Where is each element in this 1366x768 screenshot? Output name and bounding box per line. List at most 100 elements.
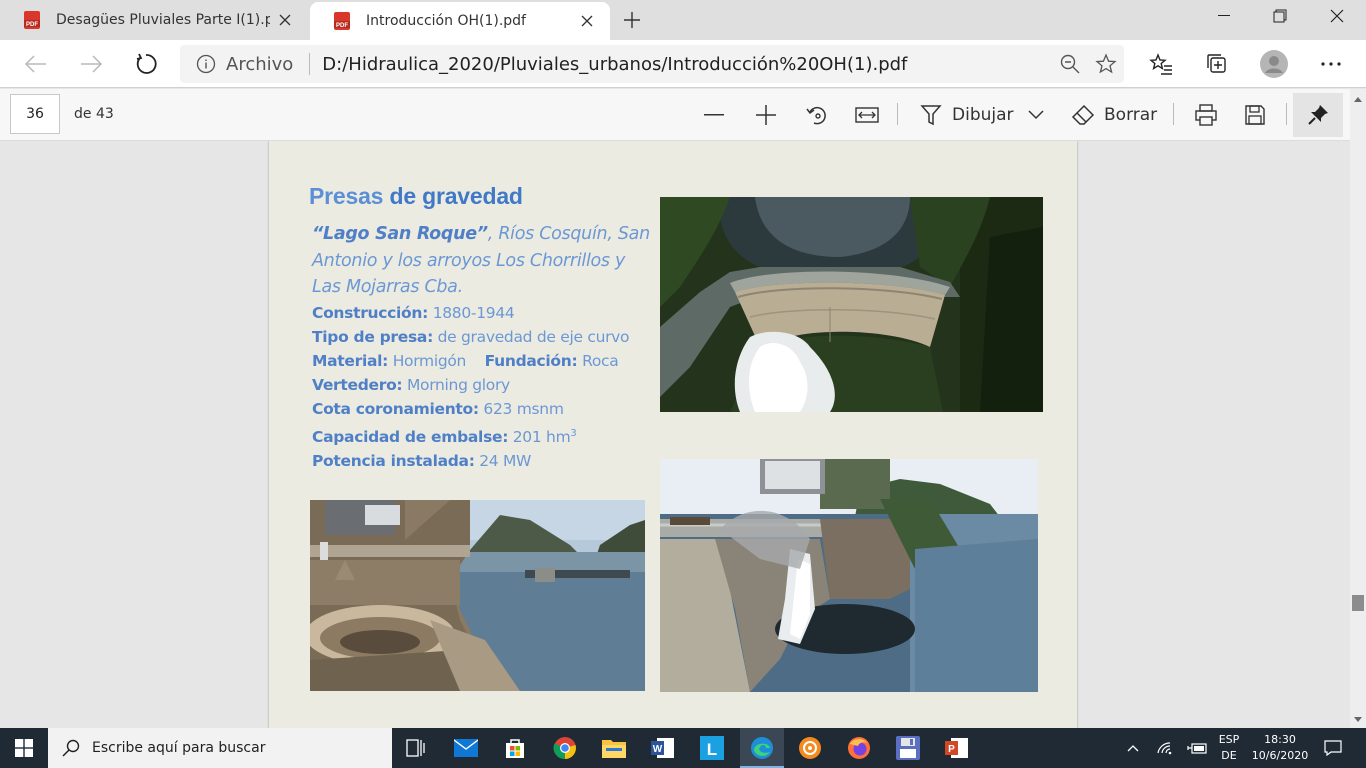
show-hidden-icons-button[interactable] xyxy=(1122,728,1144,768)
url-text[interactable]: D:/Hidraulica_2020/Pluviales_urbanos/Int… xyxy=(322,54,1052,75)
vertical-scrollbar[interactable] xyxy=(1350,89,1366,729)
pin-icon xyxy=(1308,105,1328,125)
capacidad-key: Capacidad de embalse: xyxy=(312,427,509,446)
scrollbar-thumb[interactable] xyxy=(1352,595,1364,611)
plus-icon xyxy=(624,12,640,28)
settings-more-button[interactable] xyxy=(1315,49,1347,79)
vertedero-line: Vertedero: Morning glory xyxy=(312,373,652,397)
favorites-list-icon xyxy=(1149,53,1172,75)
taskbar-search-box[interactable]: Escribe aquí para buscar xyxy=(48,728,392,768)
material-line: Material: Hormigón Fundación: Roca xyxy=(312,349,652,373)
address-divider xyxy=(309,53,311,75)
plus-icon xyxy=(756,105,776,125)
svg-text:PDF: PDF xyxy=(26,22,38,28)
close-window-button[interactable] xyxy=(1307,0,1366,32)
material-key: Material: xyxy=(312,351,389,370)
svg-text:PDF: PDF xyxy=(336,23,348,29)
orange-app-button[interactable] xyxy=(790,732,830,764)
capacidad-line: Capacidad de embalse: 201 hm3 xyxy=(312,422,652,449)
slide-text-block: “Lago San Roque”, Ríos Cosquín, San Anto… xyxy=(312,221,652,473)
favorite-star-icon[interactable] xyxy=(1088,53,1124,75)
save-button[interactable] xyxy=(1244,100,1266,130)
chrome-app-button[interactable] xyxy=(545,732,585,764)
powerpoint-app-button[interactable]: P xyxy=(937,732,977,764)
settings-sun-icon xyxy=(799,737,821,759)
pin-toolbar-button[interactable] xyxy=(1293,93,1343,137)
page-number-input[interactable]: 36 xyxy=(10,94,60,134)
profile-button[interactable] xyxy=(1258,49,1290,79)
toolbar-divider xyxy=(1286,103,1287,125)
firefox-icon xyxy=(848,737,870,759)
file-explorer-button[interactable] xyxy=(594,732,634,764)
zoom-out-button[interactable] xyxy=(704,100,726,130)
collections-button[interactable] xyxy=(1201,49,1233,79)
edge-app-button[interactable] xyxy=(740,728,784,768)
favorites-button[interactable] xyxy=(1145,49,1177,79)
svg-text:W: W xyxy=(653,744,663,755)
refresh-button[interactable] xyxy=(130,49,162,79)
tab-strip: PDF Desagües Pluviales Parte I(1).pdf PD… xyxy=(0,0,1366,40)
firefox-app-button[interactable] xyxy=(839,732,879,764)
word-icon: W xyxy=(651,738,674,758)
print-button[interactable] xyxy=(1194,100,1218,130)
tab-desagues[interactable]: PDF Desagües Pluviales Parte I(1).pdf xyxy=(0,0,308,40)
start-button[interactable] xyxy=(0,728,48,768)
zoom-search-icon[interactable] xyxy=(1052,54,1088,74)
task-view-icon xyxy=(406,739,425,757)
construccion-key: Construcción: xyxy=(312,303,429,322)
word-app-button[interactable]: W xyxy=(643,732,683,764)
input-language[interactable]: ESP DE xyxy=(1214,732,1244,764)
rotate-button[interactable] xyxy=(805,100,829,130)
collections-icon xyxy=(1207,54,1226,73)
draw-options-button[interactable] xyxy=(1028,100,1044,130)
fit-width-button[interactable] xyxy=(855,100,879,130)
minimize-button[interactable] xyxy=(1194,0,1254,32)
tab-introduccion[interactable]: PDF Introducción OH(1).pdf xyxy=(310,2,610,40)
l-app-button[interactable]: L xyxy=(692,732,732,764)
cota-line: Cota coronamiento: 623 msnm xyxy=(312,397,652,421)
mail-app-button[interactable] xyxy=(446,732,486,764)
printer-icon xyxy=(1195,104,1217,126)
notifications-button[interactable] xyxy=(1320,728,1346,768)
address-bar[interactable]: Archivo D:/Hidraulica_2020/Pluviales_urb… xyxy=(180,45,1124,83)
new-tab-button[interactable] xyxy=(618,6,646,34)
back-button[interactable] xyxy=(20,49,52,79)
pdf-viewer[interactable]: Presas de gravedad “Lago San Roque”, Río… xyxy=(0,141,1366,728)
material-value: Hormigón xyxy=(392,351,467,370)
eraser-icon xyxy=(1071,104,1095,125)
fundacion-key: Fundación: xyxy=(484,351,578,370)
draw-button[interactable]: Dibujar xyxy=(919,100,1014,130)
keyboard-layout: DE xyxy=(1221,749,1237,762)
powerpoint-icon: P xyxy=(945,738,968,758)
site-label: Archivo xyxy=(226,53,294,75)
close-tab-icon[interactable] xyxy=(270,5,300,35)
task-view-button[interactable] xyxy=(396,732,436,764)
zoom-in-button[interactable] xyxy=(755,100,777,130)
slide-title-part-2: de gravedad xyxy=(389,183,523,209)
battery-status-button[interactable] xyxy=(1184,728,1210,768)
close-tab-icon[interactable] xyxy=(572,6,602,36)
location-text: “Lago San Roque”, Ríos Cosquín, San Anto… xyxy=(312,221,652,301)
info-icon[interactable] xyxy=(196,54,218,74)
erase-button[interactable]: Borrar xyxy=(1071,100,1157,130)
wifi-status-button[interactable] xyxy=(1152,728,1178,768)
save-disk-icon xyxy=(1245,105,1265,125)
store-app-button[interactable] xyxy=(495,732,535,764)
maximize-button[interactable] xyxy=(1250,0,1310,32)
scroll-up-icon[interactable] xyxy=(1353,93,1366,107)
slide-title: Presas de gravedad xyxy=(309,183,523,210)
save-app-button[interactable] xyxy=(888,732,928,764)
forward-button[interactable] xyxy=(75,49,107,79)
morning-glory-spillway-photo xyxy=(310,500,645,691)
potencia-line: Potencia instalada: 24 MW xyxy=(312,449,652,473)
scroll-down-icon[interactable] xyxy=(1353,713,1366,727)
folder-icon xyxy=(602,740,626,758)
fit-width-icon xyxy=(855,107,879,123)
system-clock[interactable]: 18:30 10/6/2020 xyxy=(1248,732,1312,764)
chrome-icon xyxy=(553,737,576,760)
l-app-icon: L xyxy=(700,736,724,760)
rotate-icon xyxy=(806,106,826,125)
vertedero-value: Morning glory xyxy=(406,376,510,395)
erase-label: Borrar xyxy=(1104,105,1158,125)
toolbar-divider xyxy=(1173,103,1174,125)
